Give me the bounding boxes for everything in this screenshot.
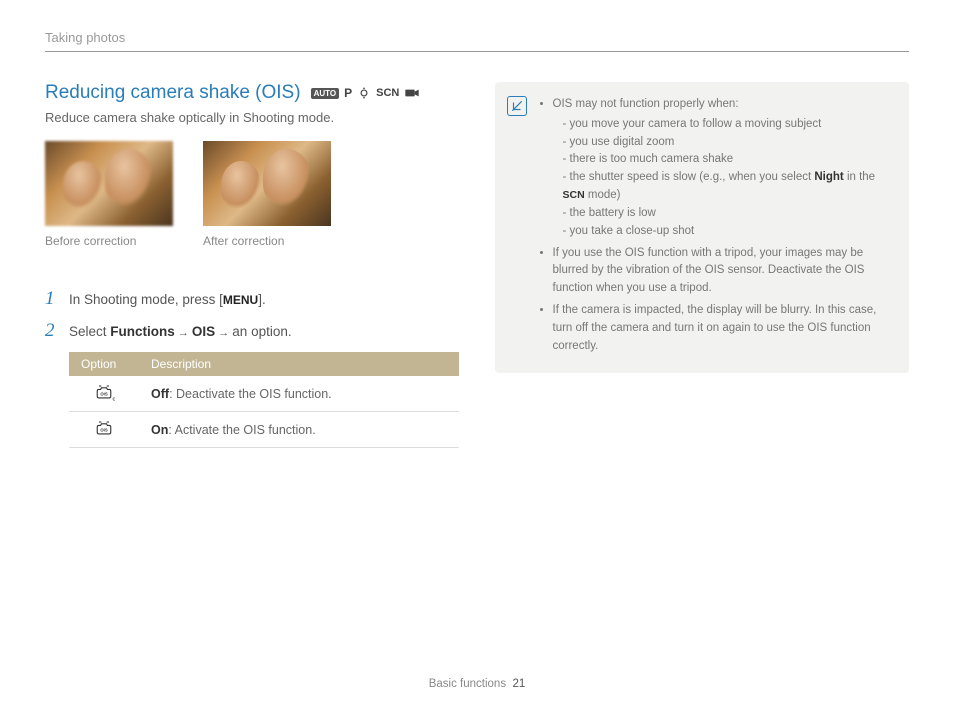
page-footer: Basic functions 21 <box>0 678 954 690</box>
note-subitem: the battery is low <box>563 205 892 223</box>
shutter-prefix: the shutter speed is slow (e.g., when yo… <box>570 171 815 183</box>
table-row: OIS On: Activate the OIS function. <box>69 412 459 448</box>
shutter-mid: in the <box>844 171 875 183</box>
ois-label: OIS <box>192 324 215 339</box>
table-header-description: Description <box>139 352 459 376</box>
left-column: Reducing camera shake (OIS) AUTO P SCN R… <box>45 82 460 448</box>
dual-is-mode-icon <box>357 86 371 100</box>
night-label: Night <box>814 171 843 183</box>
step-text: Select Functions → OIS → an option. <box>69 324 292 339</box>
options-table: Option Description OIS OFF <box>69 352 459 448</box>
option-off-label: Off <box>151 387 169 401</box>
step-text: In Shooting mode, press [MENU]. <box>69 292 266 307</box>
functions-label: Functions <box>110 324 175 339</box>
right-column: OIS may not function properly when: you … <box>495 82 910 448</box>
note-item: OIS may not function properly when: you … <box>553 96 892 241</box>
note-subitem: you take a close-up shot <box>563 223 892 241</box>
before-caption: Before correction <box>45 234 173 248</box>
note-subitem: the shutter speed is slow (e.g., when yo… <box>563 169 892 205</box>
table-header-option: Option <box>69 352 139 376</box>
table-row: OIS OFF Off: Deactivate the OIS function… <box>69 376 459 412</box>
program-mode-icon: P <box>344 86 352 100</box>
step-2: 2 Select Functions → OIS → an option. <box>45 320 460 342</box>
step-suffix: an option. <box>232 324 291 339</box>
note-item: If you use the OIS function with a tripo… <box>553 245 892 298</box>
note-subitem: you use digital zoom <box>563 134 892 152</box>
arrow-icon: → <box>215 327 232 339</box>
shutter-suffix: mode) <box>585 189 621 201</box>
auto-mode-icon: AUTO <box>311 88 340 99</box>
step-prefix: In Shooting mode, press [ <box>69 292 223 307</box>
movie-mode-icon <box>404 87 420 99</box>
note-item: If the camera is impacted, the display w… <box>553 302 892 355</box>
after-photo-block: After correction <box>203 141 331 248</box>
info-note-box: OIS may not function properly when: you … <box>495 82 910 373</box>
page-header: Taking photos <box>45 30 909 52</box>
footer-section: Basic functions <box>429 678 506 690</box>
after-correction-image <box>203 141 331 226</box>
step-prefix: Select <box>69 324 110 339</box>
arrow-icon: → <box>175 327 192 339</box>
ois-off-icon: OIS OFF <box>93 383 115 404</box>
mode-icons: AUTO P SCN <box>311 86 421 100</box>
scn-label: SCN <box>563 189 585 201</box>
before-correction-image <box>45 141 173 226</box>
ois-on-icon: OIS <box>93 419 115 440</box>
page-title: Reducing camera shake (OIS) <box>45 82 301 104</box>
note-subitem: you move your camera to follow a moving … <box>563 116 892 134</box>
note-intro: OIS may not function properly when: <box>553 98 739 110</box>
step-number: 1 <box>45 288 59 310</box>
note-subitem: there is too much camera shake <box>563 151 892 169</box>
svg-text:OIS: OIS <box>100 391 107 396</box>
after-caption: After correction <box>203 234 331 248</box>
breadcrumb: Taking photos <box>45 30 125 45</box>
step-1: 1 In Shooting mode, press [MENU]. <box>45 288 460 310</box>
note-icon <box>507 96 527 116</box>
svg-text:OFF: OFF <box>112 396 115 401</box>
option-on-label: On <box>151 423 168 437</box>
before-photo-block: Before correction <box>45 141 173 248</box>
scene-mode-icon: SCN <box>376 87 399 99</box>
svg-text:OIS: OIS <box>100 427 107 432</box>
step-number: 2 <box>45 320 59 342</box>
option-off-desc: : Deactivate the OIS function. <box>169 387 332 401</box>
page-number: 21 <box>512 678 525 690</box>
option-on-desc: : Activate the OIS function. <box>168 423 315 437</box>
step-suffix: ]. <box>258 292 266 307</box>
menu-button-label: MENU <box>223 293 258 307</box>
page-subtitle: Reduce camera shake optically in Shootin… <box>45 110 460 125</box>
